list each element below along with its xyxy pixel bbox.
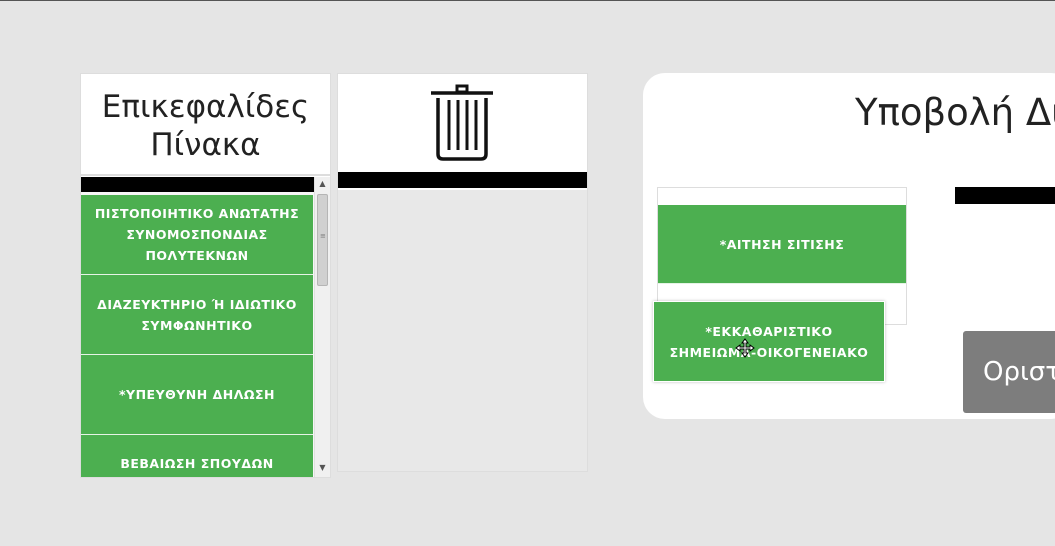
scroll-thumb[interactable]: ≡	[317, 194, 328, 286]
list-item[interactable]: ΒΕΒΑΙΩΣΗ ΣΠΟΥΔΩΝ ΑΔΕΛΦΟΥ-	[81, 435, 313, 477]
scroll-up-arrow-icon[interactable]: ▲	[315, 177, 330, 191]
list-item[interactable]: *ΥΠΕΥΘΥΝΗ ΔΗΛΩΣΗ	[81, 355, 313, 435]
move-cursor-icon	[735, 338, 755, 358]
list-header-bar	[81, 177, 314, 192]
submitted-item[interactable]: *ΑΙΤΗΣΗ ΣΙΤΙΣΗΣ	[658, 205, 906, 284]
trash-panel	[337, 73, 588, 472]
headers-list[interactable]: ΠΙΣΤΟΠΟΙΗΤΙΚΟ ΑΝΩΤΑΤΗΣ ΣΥΝΟΜΟΣΠΟΝΔΙΑΣ ΠΟ…	[81, 177, 330, 477]
list-scrollbar[interactable]: ▲ ≡ ▼	[314, 177, 330, 477]
submit-button[interactable]: Οριστ	[963, 331, 1055, 413]
grip-icon: ≡	[320, 232, 326, 240]
list-item[interactable]: ΔΙΑΖΕΥΚΤΗΡΙΟ Ή ΙΔΙΩΤΙΚΟ ΣΥΜΦΩΝΗΤΙΚΟ	[81, 275, 313, 355]
panel-title-line2: Πίνακα	[150, 127, 261, 163]
panel-title: Επικεφαλίδες Πίνακα	[81, 74, 330, 176]
submission-title: Υποβολή Δι	[855, 91, 1055, 134]
scroll-down-arrow-icon[interactable]: ▼	[315, 461, 330, 475]
headers-list-items: ΠΙΣΤΟΠΟΙΗΤΙΚΟ ΑΝΩΤΑΤΗΣ ΣΥΝΟΜΟΣΠΟΝΔΙΑΣ ΠΟ…	[81, 195, 314, 477]
window-top-border	[0, 0, 1055, 1]
trash-header-bar	[338, 172, 587, 188]
trash-drop-zone[interactable]	[338, 190, 587, 471]
second-column-header-bar	[955, 187, 1055, 204]
table-headers-panel: Επικεφαλίδες Πίνακα ΠΙΣΤΟΠΟΙΗΤΙΚΟ ΑΝΩΤΑΤ…	[80, 73, 331, 478]
panel-title-line1: Επικεφαλίδες	[101, 89, 310, 125]
trash-icon	[431, 84, 493, 161]
list-item[interactable]: ΠΙΣΤΟΠΟΙΗΤΙΚΟ ΑΝΩΤΑΤΗΣ ΣΥΝΟΜΟΣΠΟΝΔΙΑΣ ΠΟ…	[81, 195, 313, 275]
dragging-item[interactable]: *ΕΚΚΑΘΑΡΙΣΤΙΚΟ ΣΗΜΕΙΩΜΑ-ΟΙΚΟΓΕΝΕΙΑΚΟ	[653, 301, 885, 382]
